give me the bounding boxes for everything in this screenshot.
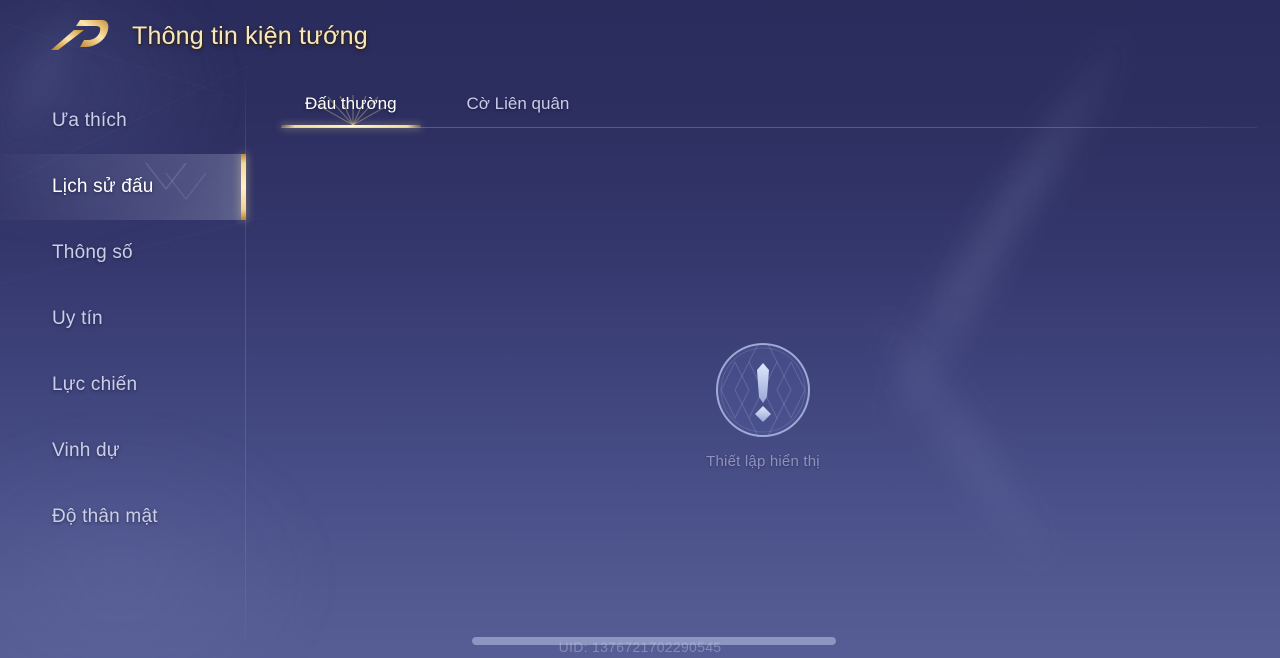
tab-label: Cờ Liên quân <box>466 94 570 113</box>
sidebar-item-vinh-du[interactable]: Vinh dự <box>0 418 246 484</box>
tab-bar: Đấu thường Cờ Liên quân <box>281 84 615 128</box>
home-indicator-bar[interactable] <box>472 637 836 645</box>
empty-state[interactable]: Thiết lập hiển thị <box>246 340 1280 470</box>
tab-co-lien-quan[interactable]: Cờ Liên quân <box>443 94 594 128</box>
tab-dau-thuong[interactable]: Đấu thường <box>281 94 421 128</box>
sidebar-item-luc-chien[interactable]: Lực chiến <box>0 352 246 418</box>
empty-state-label: Thiết lập hiển thị <box>706 453 820 470</box>
page-title: Thông tin kiện tướng <box>132 21 368 50</box>
main-content: Đấu thường Cờ Liên quân Thiết lập hiển t… <box>246 72 1280 658</box>
app-header: Thông tin kiện tướng <box>0 0 1280 72</box>
sidebar-item-label: Lịch sử đấu <box>52 176 154 197</box>
sidebar-item-thong-so[interactable]: Thông số <box>0 220 246 286</box>
exclamation-circle-icon <box>716 343 810 437</box>
sidebar-item-uy-tin[interactable]: Uy tín <box>0 286 246 352</box>
sidebar-nav: Ưa thích Lịch sử đấu Thông số Uy tín Lực… <box>0 72 246 658</box>
app-root: Thông tin kiện tướng Ưa thích Lịch sử đấ… <box>0 0 1280 658</box>
tab-label: Đấu thường <box>305 94 397 113</box>
dauntless-d-logo-icon <box>51 20 109 50</box>
sidebar-item-lich-su-dau[interactable]: Lịch sử đấu <box>0 154 246 220</box>
sidebar-item-label: Độ thân mật <box>52 506 158 527</box>
sidebar-item-do-than-mat[interactable]: Độ thân mật <box>0 484 246 550</box>
sidebar-item-label: Lực chiến <box>52 374 138 395</box>
sidebar-item-label: Ưa thích <box>52 110 127 131</box>
sidebar-item-label: Thông số <box>52 242 133 263</box>
sidebar-item-label: Uy tín <box>52 308 103 329</box>
tab-bar-divider <box>281 127 1257 128</box>
sidebar-item-ua-thich[interactable]: Ưa thích <box>0 88 246 154</box>
sidebar-item-label: Vinh dự <box>52 440 120 461</box>
